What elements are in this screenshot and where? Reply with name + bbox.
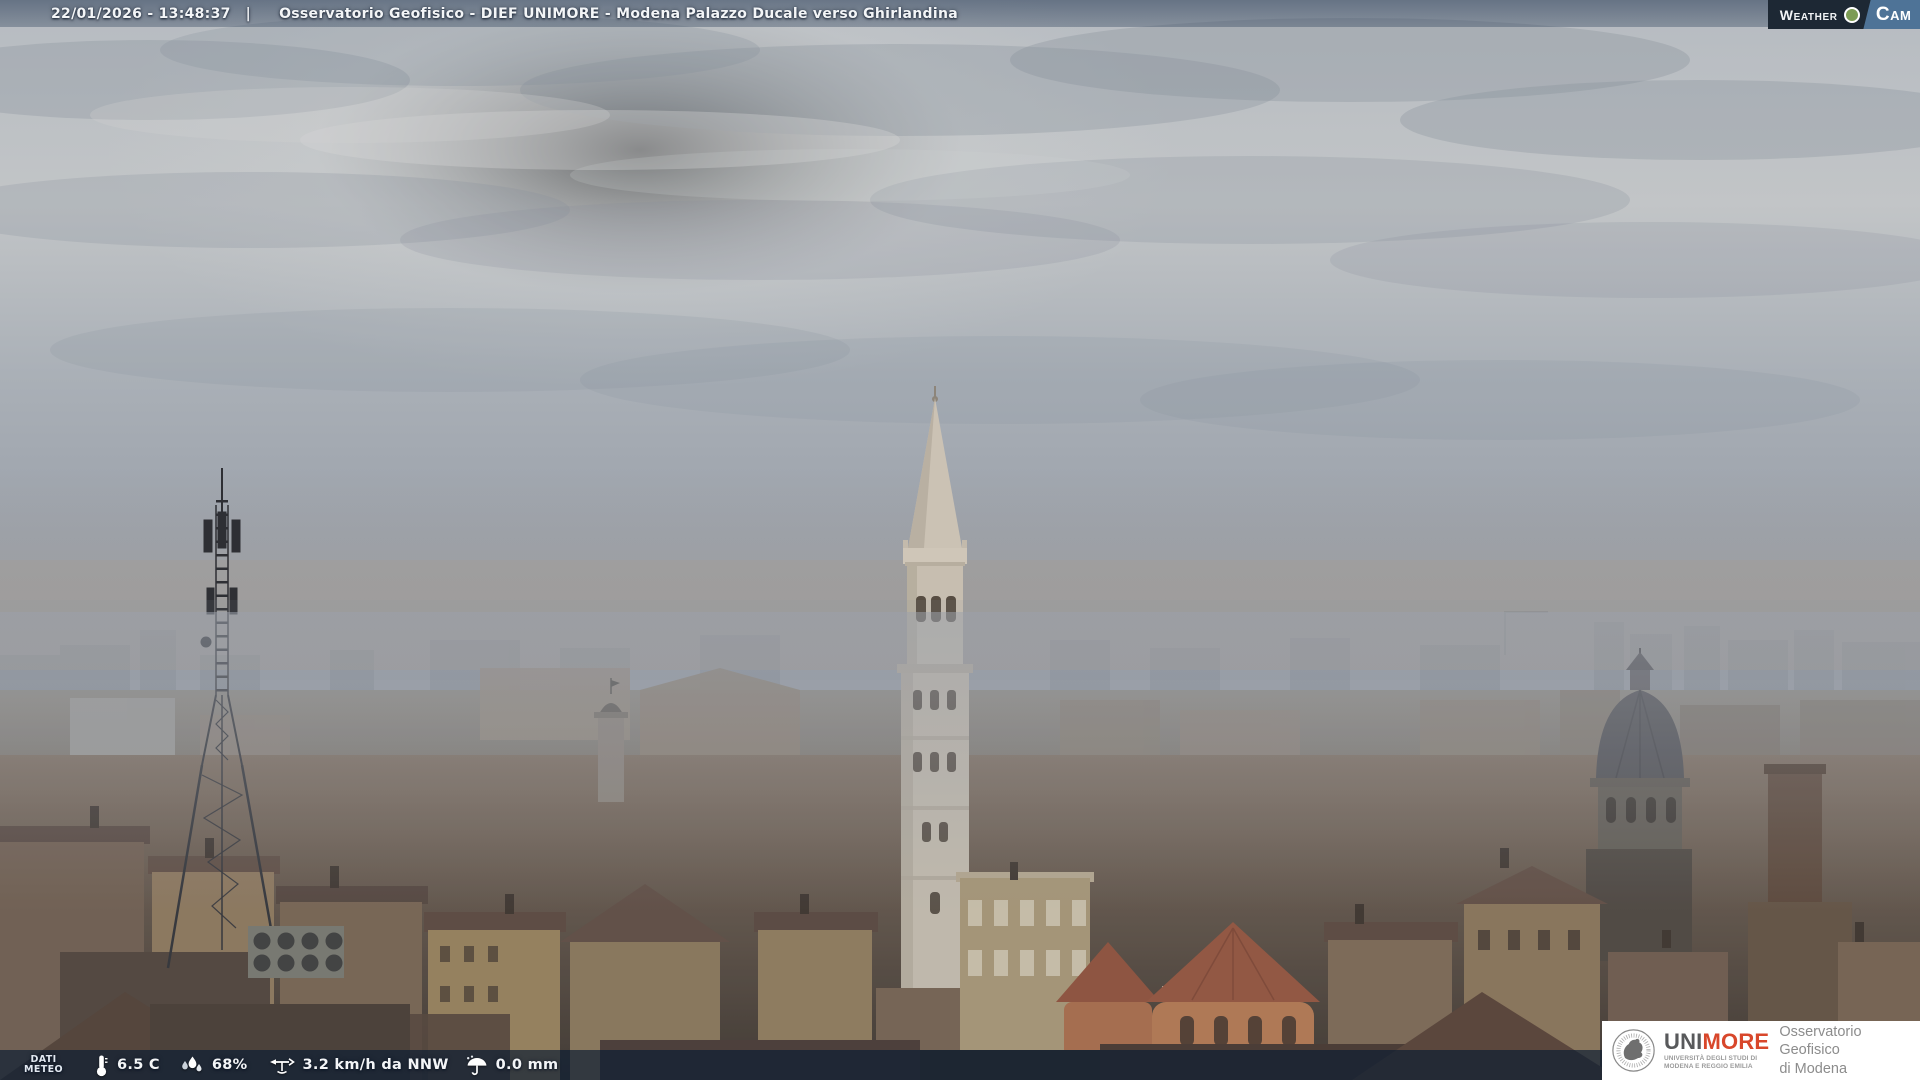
unimore-brand-more: MORE: [1703, 1029, 1770, 1054]
top-status-bar: 22/01/2026 - 13:48:37 | Osservatorio Geo…: [0, 0, 1920, 27]
thermometer-icon: [94, 1054, 109, 1077]
wind-reading: 3.2 km/h da NNW: [268, 1055, 449, 1075]
camera-title: Osservatorio Geofisico - DIEF UNIMORE - …: [279, 6, 958, 22]
weathercam-brand-cam-badge: Cam: [1863, 0, 1920, 29]
wind-value: 3.2 km/h da NNW: [303, 1057, 449, 1073]
temperature-value: 6.5 C: [117, 1057, 160, 1073]
unimore-brand-uni: UNI: [1664, 1029, 1703, 1054]
meteo-label-line2: METEO: [24, 1065, 63, 1076]
weathercam-logo: Weather Cam: [1768, 0, 1920, 29]
timestamp: 22/01/2026 - 13:48:37: [51, 6, 231, 22]
separator: |: [246, 6, 251, 22]
rain-umbrella-icon: [465, 1055, 488, 1076]
unimore-seal: [1611, 1028, 1656, 1073]
rain-reading: 0.0 mm: [465, 1055, 559, 1076]
webcam-photo: [0, 0, 1920, 1080]
meteo-label: DATI METEO: [24, 1055, 63, 1076]
webcam-frame: 22/01/2026 - 13:48:37 | Osservatorio Geo…: [0, 0, 1920, 1080]
humidity-reading: 68%: [180, 1055, 248, 1076]
camera-lens-icon: [1844, 7, 1860, 23]
observatory-name-line2: di Modena: [1779, 1060, 1920, 1079]
water-drops-icon: [180, 1055, 204, 1076]
humidity-value: 68%: [212, 1057, 248, 1073]
unimore-wordmark: UNIMORE UNIVERSITÀ DEGLI STUDI DI MODENA…: [1664, 1031, 1769, 1070]
clouds: [0, 14, 1920, 440]
wind-vane-icon: [268, 1055, 295, 1075]
weathercam-brand-cam: Cam: [1876, 4, 1911, 26]
unimore-credit-box: UNIMORE UNIVERSITÀ DEGLI STUDI DI MODENA…: [1602, 1021, 1920, 1080]
unimore-subtitle-line1: UNIVERSITÀ DEGLI STUDI DI: [1664, 1055, 1769, 1063]
rain-value: 0.0 mm: [496, 1057, 559, 1073]
temperature-reading: 6.5 C: [94, 1054, 160, 1077]
observatory-name-line1: Osservatorio Geofisico: [1779, 1023, 1920, 1060]
unimore-subtitle-line2: MODENA E REGGIO EMILIA: [1664, 1063, 1769, 1071]
weathercam-brand-weather: Weather: [1780, 7, 1838, 23]
observatory-name: Osservatorio Geofisico di Modena: [1779, 1023, 1920, 1079]
